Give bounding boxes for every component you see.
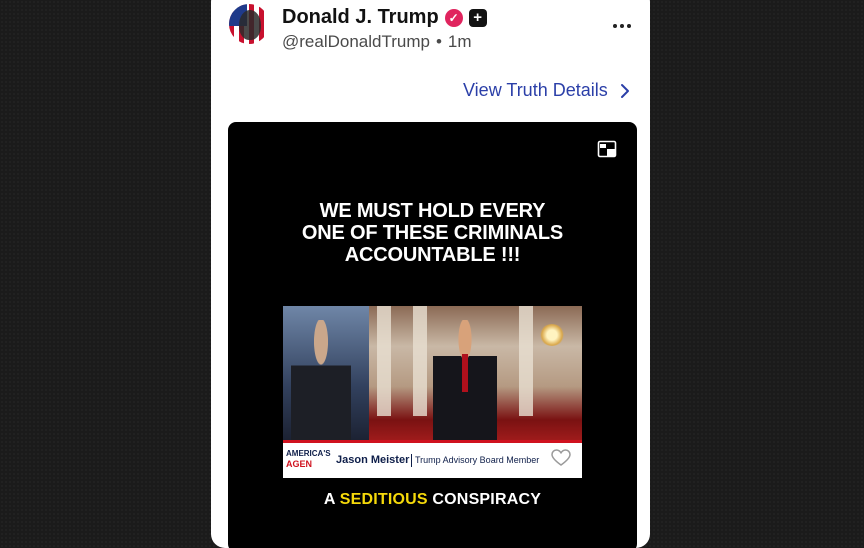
news-lower-third: AMERICA'S AGEN Jason Meister Trump Advis…	[283, 440, 582, 478]
heart-icon[interactable]	[551, 449, 571, 467]
caption-line-1: WE MUST HOLD EVERY	[319, 200, 546, 222]
verified-badge-icon: ✓	[444, 8, 463, 27]
chevron-right-icon	[620, 83, 629, 98]
caption-line-3: ACCOUNTABLE !!!	[344, 244, 521, 266]
video-player[interactable]: WE MUST HOLD EVERY ONE OF THESE CRIMINAL…	[228, 122, 637, 548]
lower-third-divider	[411, 454, 412, 467]
view-count: 171K	[548, 469, 570, 479]
embedded-news-clip: AMERICA'S AGEN Jason Meister Trump Advis…	[283, 306, 582, 478]
view-truth-details-label: View Truth Details	[463, 80, 608, 100]
picture-in-picture-icon[interactable]	[597, 140, 617, 158]
author-name-row: Donald J. Trump ✓ +	[282, 6, 487, 29]
meta-separator: •	[435, 32, 442, 51]
author-avatar[interactable]	[229, 4, 269, 44]
post-time: 1m	[447, 32, 472, 51]
video-caption: WE MUST HOLD EVERY ONE OF THESE CRIMINAL…	[228, 200, 637, 266]
white-house-shot	[369, 306, 582, 440]
author-name[interactable]: Donald J. Trump	[282, 6, 439, 29]
network-logo: AMERICA'S AGEN	[286, 449, 331, 469]
more-options-icon[interactable]	[613, 24, 631, 28]
caption-highlight: SEDITIOUS	[339, 491, 428, 508]
truth-post-card: Donald J. Trump ✓ + @realDonaldTrump • 1…	[211, 0, 650, 548]
bottom-caption: A SEDITIOUS CONSPIRACY	[323, 491, 542, 508]
caption-line-2: ONE OF THESE CRIMINALS	[301, 222, 564, 244]
author-handle[interactable]: @realDonaldTrump	[282, 32, 430, 52]
guest-name: Jason Meister	[336, 454, 410, 466]
plus-badge-icon: +	[468, 8, 487, 27]
author-meta: @realDonaldTrump • 1m	[282, 32, 472, 52]
view-truth-details-link[interactable]: View Truth Details	[463, 80, 632, 101]
studio-shot	[283, 306, 369, 440]
guest-title: Trump Advisory Board Member	[415, 455, 540, 465]
